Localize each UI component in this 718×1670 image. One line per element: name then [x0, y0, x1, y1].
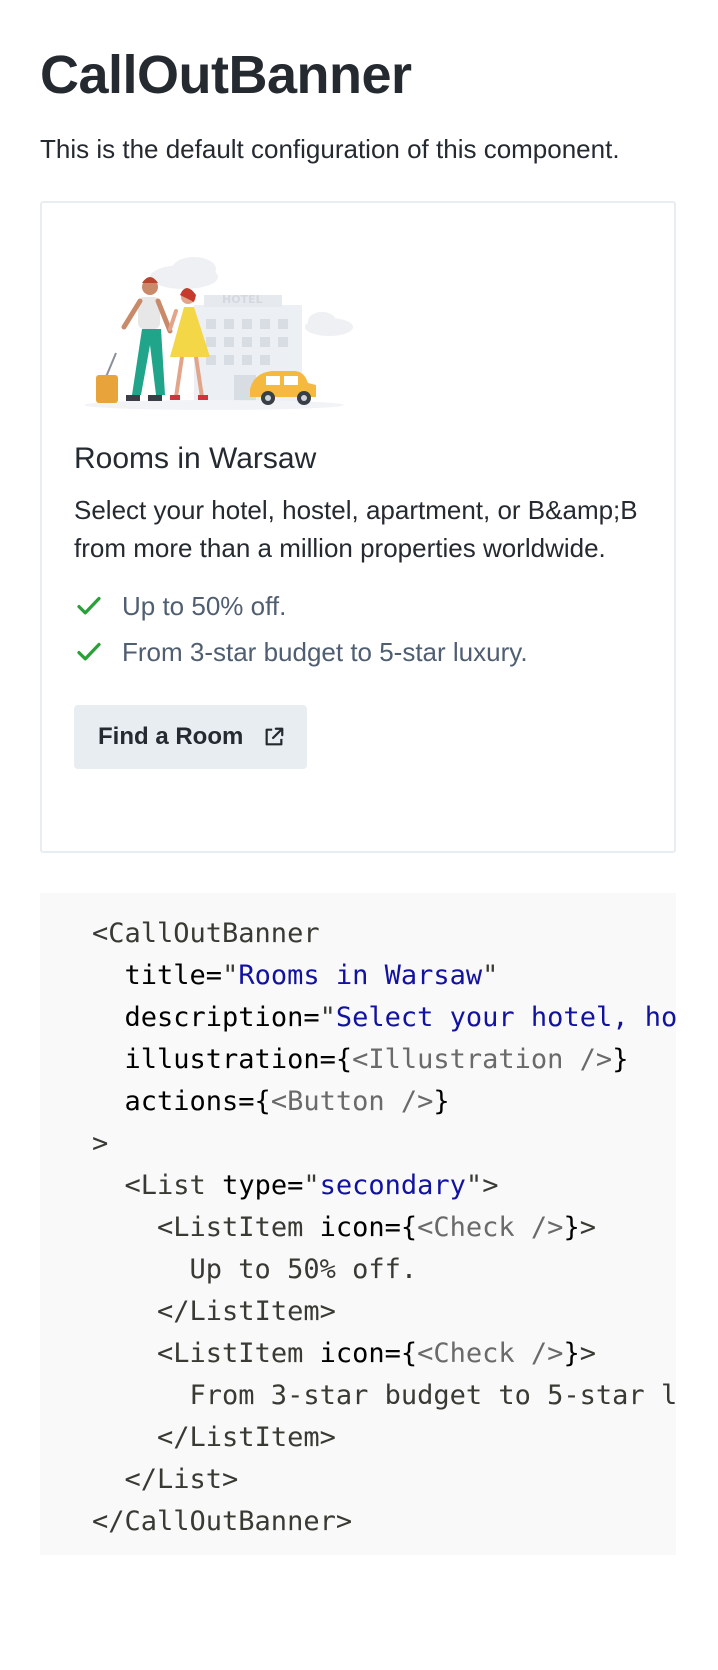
- list-item: Up to 50% off.: [74, 583, 642, 629]
- page: CallOutBanner This is the default config…: [0, 0, 718, 1555]
- code-token: </ListItem>: [157, 1296, 336, 1327]
- code-token: ": [465, 1170, 483, 1201]
- code-line: Up to 50% off.: [92, 1249, 676, 1291]
- feature-text: Up to 50% off.: [122, 590, 287, 621]
- feature-list: Up to 50% off. From 3-star budget to 5-s…: [74, 583, 642, 675]
- list-item: From 3-star budget to 5-star luxury.: [74, 629, 642, 675]
- code-line: <List type="secondary">: [92, 1165, 676, 1207]
- code-token: }: [433, 1086, 450, 1117]
- find-a-room-label: Find a Room: [98, 723, 244, 750]
- code-token: title=: [124, 960, 223, 991]
- code-token: </List>: [124, 1464, 239, 1495]
- code-token: <Check />: [417, 1212, 564, 1243]
- find-a-room-button[interactable]: Find a Room: [74, 705, 308, 769]
- code-token: <Illustration />: [352, 1044, 613, 1075]
- code-token: description=: [124, 1002, 320, 1033]
- code-token: ": [319, 1002, 336, 1033]
- banner-title: Rooms in Warsaw: [74, 442, 317, 475]
- page-title: CallOutBanner: [40, 45, 412, 105]
- code-line: <ListItem icon={<Check />}>: [92, 1207, 676, 1249]
- code-token: actions={: [124, 1086, 271, 1117]
- code-token: Rooms in Warsaw: [238, 960, 483, 991]
- code-token: <Button />: [270, 1086, 434, 1117]
- code-line: <CallOutBanner: [92, 913, 676, 955]
- code-token: Up to 50% off.: [92, 1254, 418, 1285]
- code-token: From 3-star budget to 5-star lu: [92, 1380, 676, 1411]
- code-token: ": [482, 960, 499, 991]
- code-line: description="Select your hotel, hos: [92, 997, 676, 1039]
- code-line: illustration={<Illustration />}: [92, 1039, 676, 1081]
- code-token: ": [303, 1170, 320, 1201]
- code-line: </ListItem>: [92, 1291, 676, 1333]
- code-line: >: [92, 1123, 676, 1165]
- svg-text:HOTEL: HOTEL: [222, 293, 263, 306]
- banner-description: Select your hotel, hostel, apartment, or…: [74, 495, 638, 563]
- callout-banner: HOTEL Rooms in Warsaw Select your hotel,…: [40, 201, 676, 853]
- code-line: title="Rooms in Warsaw": [92, 955, 676, 997]
- page-description: This is the default configuration of thi…: [40, 134, 620, 164]
- external-link-icon: [265, 727, 284, 746]
- code-token: >: [92, 1128, 109, 1159]
- code-token: <CallOutBanner: [92, 918, 320, 949]
- code-token: Select your hotel, hos: [335, 1002, 676, 1033]
- code-line: From 3-star budget to 5-star lu: [92, 1375, 676, 1417]
- hotel-couple-illustration: HOTEL: [84, 257, 353, 410]
- code-token: }: [563, 1212, 580, 1243]
- code-line: </CallOutBanner>: [92, 1501, 676, 1543]
- code-token: type=: [222, 1170, 304, 1201]
- code-example: <CallOutBanner title="Rooms in Warsaw" d…: [40, 893, 676, 1555]
- code-token: }: [563, 1338, 580, 1369]
- check-icon: [77, 596, 101, 615]
- code-line: actions={<Button />}: [92, 1081, 676, 1123]
- code-token: >: [482, 1170, 499, 1201]
- check-icon: [77, 642, 101, 661]
- code-token: <ListItem: [157, 1212, 320, 1243]
- code-token: icon={: [319, 1212, 418, 1243]
- code-token: <ListItem: [157, 1338, 320, 1369]
- code-line: <ListItem icon={<Check />}>: [92, 1333, 676, 1375]
- code-token: <Check />: [417, 1338, 564, 1369]
- code-token: <List: [124, 1170, 223, 1201]
- code-token: illustration={: [124, 1044, 353, 1075]
- code-token: </CallOutBanner>: [92, 1506, 353, 1537]
- code-token: >: [579, 1212, 596, 1243]
- code-line: </List>: [92, 1459, 676, 1501]
- code-line: </ListItem>: [92, 1417, 676, 1459]
- code-token: secondary: [319, 1170, 466, 1201]
- code-token: >: [579, 1338, 596, 1369]
- feature-text: From 3-star budget to 5-star luxury.: [122, 636, 528, 667]
- code-token: ": [222, 960, 239, 991]
- code-token: </ListItem>: [157, 1422, 336, 1453]
- code-token: }: [612, 1044, 629, 1075]
- code-token: icon={: [319, 1338, 418, 1369]
